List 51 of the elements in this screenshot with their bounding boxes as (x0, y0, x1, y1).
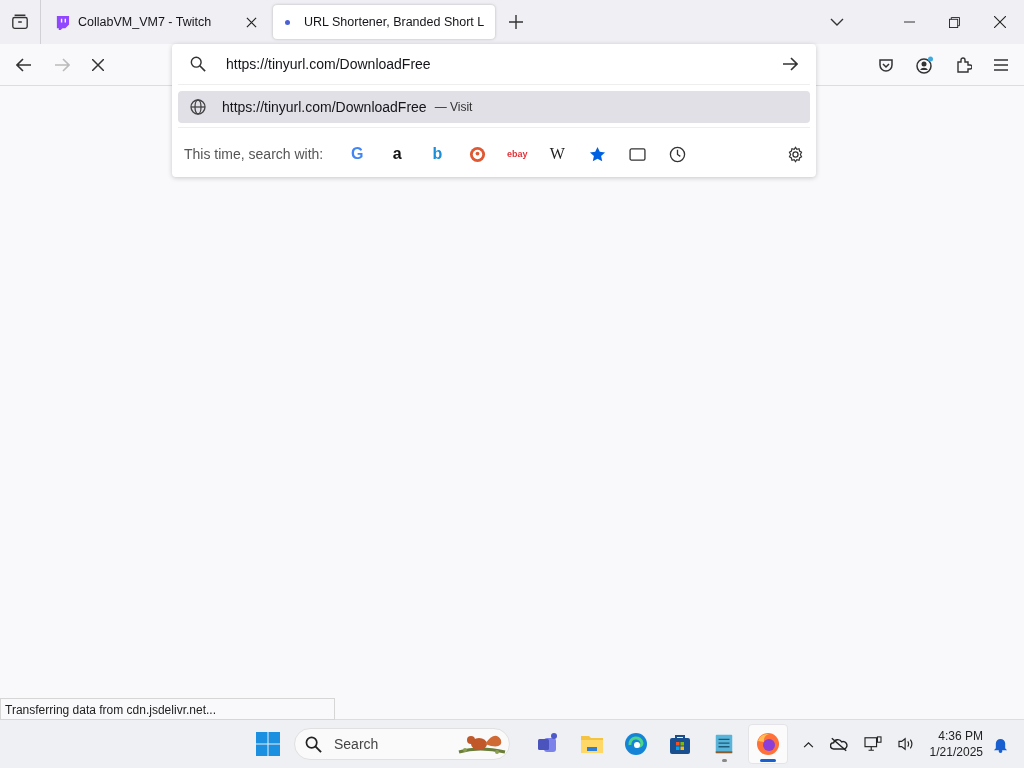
puzzle-piece-icon[interactable] (956, 56, 972, 73)
pocket-icon[interactable] (878, 56, 894, 73)
suggestion-url: https://tinyurl.com/DownloadFree (222, 99, 427, 115)
search-input[interactable]: Search (332, 735, 447, 753)
taskbar-search-field[interactable]: Search (294, 728, 510, 760)
chevron-down-icon[interactable] (830, 18, 844, 26)
close-icon[interactable] (994, 16, 1006, 28)
network-icon[interactable] (863, 736, 882, 752)
new-tab-icon[interactable] (509, 15, 523, 29)
search-icon (190, 56, 206, 72)
address-field[interactable]: https://tinyurl.com/DownloadFree (224, 55, 764, 73)
menu-icon[interactable] (994, 58, 1008, 71)
browser-tab[interactable]: CollabVM_VM7 - Twitch (45, 5, 267, 39)
suggestion-action: — Visit (434, 100, 473, 114)
shopping-bag-icon (668, 732, 692, 756)
back-arrow-icon[interactable] (16, 57, 32, 72)
search-with-label: This time, search with: (184, 146, 324, 162)
speaker-icon[interactable] (897, 737, 914, 751)
taskbar-app[interactable] (748, 724, 788, 764)
browser-tab[interactable]: URL Shortener, Branded Short L (273, 5, 495, 39)
tab-outline-icon[interactable] (628, 147, 646, 161)
windows-start-icon[interactable] (256, 732, 280, 756)
search-engine-logo[interactable]: G (351, 145, 364, 163)
tab-title: CollabVM_VM7 - Twitch (78, 15, 213, 29)
chevron-up-icon[interactable] (802, 740, 814, 748)
close-icon[interactable] (246, 16, 257, 28)
go-arrow-icon[interactable] (782, 57, 798, 71)
settings-icon[interactable] (787, 145, 804, 163)
clock-icon[interactable] (668, 145, 686, 163)
search-engine-logo[interactable]: b (432, 145, 443, 163)
search-icon (305, 735, 322, 753)
loading-dot-icon (285, 19, 290, 25)
star-icon[interactable] (588, 145, 606, 163)
clock[interactable]: 4:36 PM 1/21/2025 (929, 728, 983, 760)
search-engine-logo[interactable]: a (392, 145, 402, 163)
globe-icon (190, 99, 206, 115)
status-text: Transferring data from cdn.jsdelivr.net... (0, 698, 335, 720)
tab-title: URL Shortener, Branded Short L (304, 15, 485, 29)
stop-icon[interactable] (92, 58, 104, 71)
clock-date: 1/21/2025 (929, 744, 983, 760)
chat-bubble-icon (55, 14, 70, 30)
notepad-icon (713, 732, 735, 756)
restore-icon[interactable] (949, 16, 960, 28)
search-engine-logo[interactable]: W (549, 145, 565, 163)
suggestion-row[interactable]: https://tinyurl.com/DownloadFree — Visit (178, 91, 810, 123)
clock-time: 4:36 PM (938, 728, 983, 744)
search-engine-logo[interactable]: ebay (507, 145, 528, 163)
cloud-off-icon[interactable] (829, 736, 848, 752)
swirl-icon (624, 732, 648, 756)
account-icon[interactable] (916, 55, 934, 74)
tab-list-icon[interactable] (11, 13, 29, 31)
